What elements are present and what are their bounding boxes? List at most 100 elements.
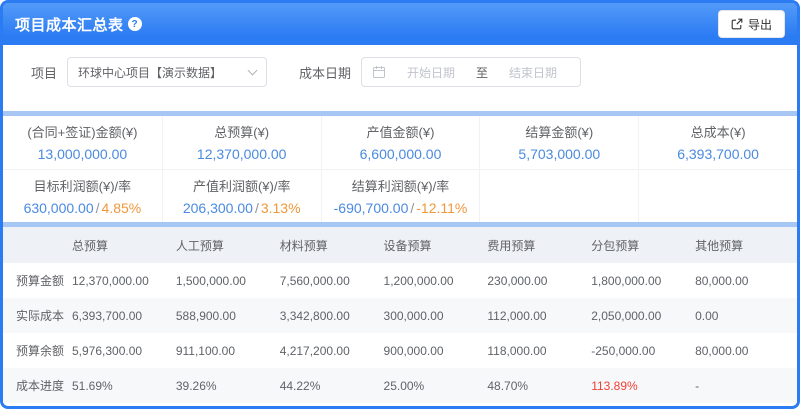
cell: 230,000.00	[485, 263, 589, 298]
stat-value: 630,000.00/4.85%	[24, 200, 142, 216]
page-title: 项目成本汇总表	[15, 14, 124, 35]
row-label: 实际成本	[3, 298, 70, 333]
cell: 118,000.00	[485, 333, 589, 368]
stat-card-contract-amount: (合同+签证)金额(¥) 13,000,000.00	[3, 116, 162, 169]
cell-over-budget: 113.89%	[589, 368, 693, 403]
table-row-budget-amount: 预算金额 12,370,000.00 1,500,000.00 7,560,00…	[3, 263, 797, 298]
stat-card-target-profit: 目标利润额(¥)/率 630,000.00/4.85%	[3, 170, 162, 223]
project-select[interactable]: 环球中心项目【演示数据】	[67, 57, 267, 87]
export-button[interactable]: 导出	[718, 10, 785, 38]
cell: -	[693, 368, 797, 403]
column-header: 设备预算	[382, 227, 486, 263]
column-header: 材料预算	[278, 227, 382, 263]
stat-label: 总成本(¥)	[691, 122, 746, 141]
stat-value: 13,000,000.00	[38, 146, 128, 162]
cell: 5,976,300.00	[70, 333, 174, 368]
stat-label: 目标利润额(¥)/率	[34, 176, 132, 195]
cell: 51.69%	[70, 368, 174, 403]
cell: 44.22%	[278, 368, 382, 403]
table-row-cost-progress: 成本进度 51.69% 39.26% 44.22% 25.00% 48.70% …	[3, 368, 797, 403]
cell: 80,000.00	[693, 333, 797, 368]
cell: 1,800,000.00	[589, 263, 693, 298]
stat-card-settlement-amount: 结算金额(¥) 5,703,000.00	[479, 116, 638, 169]
stat-label: 产值金额(¥)	[367, 122, 435, 141]
profit-amount: 206,300.00	[183, 200, 253, 216]
table-row-actual-cost: 实际成本 6,393,700.00 588,900.00 3,342,800.0…	[3, 298, 797, 333]
summary-panel: (合同+签证)金额(¥) 13,000,000.00 总预算(¥) 12,370…	[3, 116, 797, 222]
stat-card-empty	[479, 170, 638, 223]
calendar-icon	[372, 65, 386, 79]
cost-table: 总预算 人工预算 材料预算 设备预算 费用预算 分包预算 其他预算 预算金额 1…	[3, 227, 797, 403]
project-select-value: 环球中心项目【演示数据】	[78, 64, 249, 81]
summary-row-2: 目标利润额(¥)/率 630,000.00/4.85% 产值利润额(¥)/率 2…	[3, 169, 797, 223]
summary-row-1: (合同+签证)金额(¥) 13,000,000.00 总预算(¥) 12,370…	[3, 116, 797, 169]
cell: 900,000.00	[382, 333, 486, 368]
cell: 1,200,000.00	[382, 263, 486, 298]
cell: 3,342,800.00	[278, 298, 382, 333]
stat-card-settlement-profit: 结算利润额(¥)/率 -690,700.00/-12.11%	[321, 170, 480, 223]
cell: 7,560,000.00	[278, 263, 382, 298]
filter-row: 项目 环球中心项目【演示数据】 成本日期 开始日期 至 结束日期	[17, 57, 581, 87]
stat-label: 总预算(¥)	[214, 122, 269, 141]
column-header: 分包预算	[589, 227, 693, 263]
stat-card-output-amount: 产值金额(¥) 6,600,000.00	[321, 116, 480, 169]
column-header: 人工预算	[174, 227, 278, 263]
profit-rate: 3.13%	[261, 200, 301, 216]
cell: 0.00	[693, 298, 797, 333]
cell: 48.70%	[485, 368, 589, 403]
table-row-budget-balance: 预算余额 5,976,300.00 911,100.00 4,217,200.0…	[3, 333, 797, 368]
slash-separator: /	[253, 200, 261, 216]
project-filter-label: 项目	[31, 63, 57, 82]
stat-value: 206,300.00/3.13%	[183, 200, 301, 216]
date-range-separator: 至	[476, 64, 488, 81]
column-header: 其他预算	[693, 227, 797, 263]
slash-separator: /	[94, 200, 102, 216]
start-date-placeholder: 开始日期	[394, 64, 468, 81]
stat-value: 12,370,000.00	[197, 146, 287, 162]
cell: 1,500,000.00	[174, 263, 278, 298]
profit-amount: 630,000.00	[24, 200, 94, 216]
stat-value: 5,703,000.00	[518, 146, 600, 162]
cell: 80,000.00	[693, 263, 797, 298]
row-label: 预算余额	[3, 333, 70, 368]
date-range-input[interactable]: 开始日期 至 结束日期	[361, 57, 581, 87]
cell: 25.00%	[382, 368, 486, 403]
profit-rate: -12.11%	[416, 200, 467, 216]
cell: 6,393,700.00	[70, 298, 174, 333]
cell: 39.26%	[174, 368, 278, 403]
stat-value: 6,600,000.00	[360, 146, 442, 162]
project-cost-summary-window: 项目成本汇总表 ? 导出 项目 环球中心项目【演示数据】 成本日期	[0, 0, 800, 409]
table-header-row: 总预算 人工预算 材料预算 设备预算 费用预算 分包预算 其他预算	[3, 227, 797, 263]
stat-card-output-profit: 产值利润额(¥)/率 206,300.00/3.13%	[162, 170, 321, 223]
chevron-down-icon	[248, 65, 258, 75]
table-panel: 总预算 人工预算 材料预算 设备预算 费用预算 分包预算 其他预算 预算金额 1…	[3, 227, 797, 406]
stat-value: 6,393,700.00	[677, 146, 759, 162]
cell: 112,000.00	[485, 298, 589, 333]
row-label: 成本进度	[3, 368, 70, 403]
end-date-placeholder: 结束日期	[496, 64, 570, 81]
help-icon[interactable]: ?	[128, 17, 142, 31]
column-header: 费用预算	[485, 227, 589, 263]
export-button-label: 导出	[748, 16, 772, 33]
stat-label: (合同+签证)金额(¥)	[27, 122, 137, 141]
export-icon	[731, 18, 743, 30]
titlebar: 项目成本汇总表 ? 导出	[3, 3, 797, 45]
stat-value: -690,700.00/-12.11%	[334, 200, 468, 216]
filter-panel: 项目 环球中心项目【演示数据】 成本日期 开始日期 至 结束日期	[3, 45, 797, 111]
stat-card-total-cost: 总成本(¥) 6,393,700.00	[638, 116, 797, 169]
column-header	[3, 227, 70, 263]
row-label: 预算金额	[3, 263, 70, 298]
stat-label: 产值利润额(¥)/率	[193, 176, 291, 195]
stat-card-total-budget: 总预算(¥) 12,370,000.00	[162, 116, 321, 169]
cell: 12,370,000.00	[70, 263, 174, 298]
cell: -250,000.00	[589, 333, 693, 368]
cell: 300,000.00	[382, 298, 486, 333]
profit-amount: -690,700.00	[334, 200, 409, 216]
profit-rate: 4.85%	[102, 200, 142, 216]
cell: 4,217,200.00	[278, 333, 382, 368]
cost-date-filter-label: 成本日期	[299, 63, 351, 82]
stat-label: 结算利润额(¥)/率	[352, 176, 450, 195]
cell: 588,900.00	[174, 298, 278, 333]
stat-label: 结算金额(¥)	[525, 122, 593, 141]
cell: 911,100.00	[174, 333, 278, 368]
